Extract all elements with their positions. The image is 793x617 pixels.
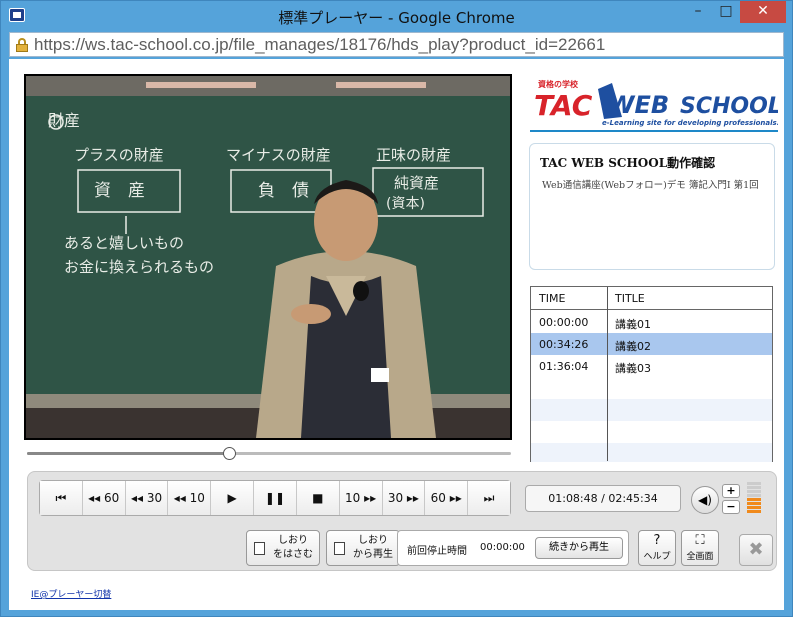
- url-text[interactable]: https://ws.tac-school.co.jp/file_manages…: [34, 35, 605, 55]
- resume-time: 00:00:00: [480, 542, 525, 553]
- col-header-time: TIME: [539, 292, 566, 305]
- volume-level-bar: [747, 486, 761, 489]
- browser-window: 標準プレーヤー - Google Chrome – □ ✕ https://ws…: [0, 0, 793, 617]
- board-heading: 財産: [48, 111, 80, 130]
- maximize-button[interactable]: □: [712, 1, 740, 23]
- board-box1: 資 産: [94, 181, 145, 201]
- logo-web: WEB: [608, 91, 669, 119]
- player-panel: 財産 プラスの財産 マイナスの財産 正味の財産 資 産 負 債 純資産 (資本)…: [13, 63, 782, 600]
- lecture-title: TAC WEB SCHOOL動作確認: [540, 156, 716, 170]
- close-window-button[interactable]: ✕: [740, 1, 786, 23]
- previous-chapter-button[interactable]: ⏮: [40, 481, 83, 515]
- col-header-title: TITLE: [615, 292, 645, 305]
- resume-label: 前回停止時間: [407, 546, 467, 557]
- board-note-line1: あると嬉しいもの: [64, 234, 184, 252]
- pause-button[interactable]: ❚❚: [254, 481, 297, 515]
- volume-level-bar: [747, 498, 761, 501]
- seek-handle[interactable]: [223, 447, 237, 460]
- volume-level-bar: [747, 494, 761, 497]
- fullscreen-label: 全画面: [686, 552, 714, 562]
- help-icon: ?: [653, 533, 661, 548]
- chapter-row-selected[interactable]: 00:34:26 講義02: [531, 333, 772, 355]
- chapter-row[interactable]: 00:00:00 講義01: [531, 311, 772, 333]
- resume-button[interactable]: 続きから再生: [535, 537, 623, 559]
- close-player-button[interactable]: ✖: [739, 534, 773, 566]
- lock-icon: [16, 38, 28, 52]
- forward-30-button[interactable]: 30 ▸▸: [382, 481, 426, 515]
- chapter-title: 講義01: [615, 318, 651, 331]
- chapter-time: 00:34:26: [539, 338, 589, 351]
- stop-button[interactable]: ■: [296, 481, 340, 515]
- board-col2: マイナスの財産: [226, 146, 331, 164]
- chapter-time: 00:00:00: [539, 316, 589, 329]
- insert-bookmark-label-2: をはさむ: [273, 549, 313, 560]
- fullscreen-button[interactable]: ⛶ 全画面: [681, 530, 719, 566]
- control-bar: ⏮ ◂◂ 60 ◂◂ 30 ◂◂ 10 ▶ ❚❚ ■ 10 ▸▸ 30 ▸▸ 6…: [27, 471, 777, 571]
- play-from-bookmark-button[interactable]: しおり から再生: [326, 530, 400, 566]
- column-divider: [607, 287, 608, 461]
- logo-school: SCHOOL: [680, 94, 778, 119]
- fullscreen-icon: ⛶: [695, 533, 705, 548]
- bookmark-play-icon: [334, 542, 345, 555]
- chapter-title: 講義03: [615, 362, 651, 375]
- chapter-row-empty: [531, 399, 772, 421]
- bookmark-icon: [254, 542, 265, 555]
- lecture-info-box: TAC WEB SCHOOL動作確認 Web通信講座(Webフォロー)デモ 簿記…: [529, 143, 775, 270]
- title-bar: 標準プレーヤー - Google Chrome – □ ✕: [1, 1, 792, 31]
- volume-up-button[interactable]: +: [722, 484, 740, 498]
- rewind-30-button[interactable]: ◂◂ 30: [125, 481, 169, 515]
- volume-icon[interactable]: ◀): [691, 486, 719, 514]
- seek-bar[interactable]: [27, 447, 511, 461]
- page-content: 財産 プラスの財産 マイナスの財産 正味の財産 資 産 負 債 純資産 (資本)…: [9, 59, 784, 610]
- logo-tac: TAC: [534, 89, 593, 122]
- help-button[interactable]: ? ヘルプ: [638, 530, 676, 566]
- chapter-header: TIME TITLE: [531, 287, 772, 310]
- board-box3-line2: (資本): [386, 196, 425, 212]
- chapter-row-empty: [531, 377, 772, 399]
- chapter-list: TIME TITLE 00:00:00 講義01 00:34:26 講義02 0…: [530, 286, 773, 462]
- lecture-video-frame: 財産 プラスの財産 マイナスの財産 正味の財産 資 産 負 債 純資産 (資本)…: [26, 76, 510, 438]
- address-bar[interactable]: https://ws.tac-school.co.jp/file_manages…: [9, 32, 784, 57]
- next-chapter-button[interactable]: ⏭: [468, 481, 510, 515]
- volume-level-bar: [747, 502, 761, 505]
- volume-down-button[interactable]: −: [722, 500, 740, 514]
- video-viewport[interactable]: 財産 プラスの財産 マイナスの財産 正味の財産 資 産 負 債 純資産 (資本)…: [24, 74, 512, 440]
- volume-level-bar: [747, 490, 761, 493]
- volume-level-bar: [747, 482, 761, 485]
- volume-meter[interactable]: [747, 482, 761, 514]
- chapter-row-empty: [531, 443, 772, 462]
- volume-level-bar: [747, 510, 761, 513]
- play-bookmark-label-2: から再生: [353, 549, 393, 560]
- transport-buttons: ⏮ ◂◂ 60 ◂◂ 30 ◂◂ 10 ▶ ❚❚ ■ 10 ▸▸ 30 ▸▸ 6…: [39, 480, 511, 516]
- lecture-description: Web通信講座(Webフォロー)デモ 簿記入門Ⅰ 第1回: [542, 180, 759, 191]
- board-box2: 負 債: [258, 181, 309, 201]
- help-label: ヘルプ: [643, 552, 671, 562]
- window-title: 標準プレーヤー - Google Chrome: [278, 9, 515, 27]
- forward-10-button[interactable]: 10 ▸▸: [339, 481, 383, 515]
- logo-small-text: 資格の学校: [538, 79, 579, 89]
- player-switch-link[interactable]: IE@プレーヤー切替: [31, 587, 111, 600]
- board-box3-line1: 純資産: [394, 174, 439, 192]
- seek-fill: [27, 452, 230, 455]
- resume-panel: 前回停止時間 00:00:00 続きから再生: [397, 530, 629, 566]
- play-bookmark-label-1: しおり: [358, 535, 388, 546]
- board-col1: プラスの財産: [74, 146, 164, 164]
- rewind-60-button[interactable]: ◂◂ 60: [82, 481, 126, 515]
- time-display: 01:08:48 / 02:45:34: [525, 485, 681, 512]
- tac-webschool-logo: 資格の学校 TAC WEB SCHOOL e-Learning site for…: [530, 77, 782, 135]
- board-note-line2: お金に換えられるもの: [64, 258, 214, 276]
- chapter-title: 講義02: [615, 340, 651, 353]
- volume-level-bar: [747, 506, 761, 509]
- insert-bookmark-label-1: しおり: [278, 535, 308, 546]
- forward-60-button[interactable]: 60 ▸▸: [425, 481, 469, 515]
- logo-tagline: e-Learning site for developing professio…: [602, 119, 778, 127]
- insert-bookmark-button[interactable]: しおり をはさむ: [246, 530, 320, 566]
- chapter-time: 01:36:04: [539, 360, 589, 373]
- rewind-10-button[interactable]: ◂◂ 10: [168, 481, 212, 515]
- chapter-row-empty: [531, 421, 772, 443]
- chapter-row[interactable]: 01:36:04 講義03: [531, 355, 772, 377]
- minimize-button[interactable]: –: [684, 1, 712, 23]
- play-button[interactable]: ▶: [211, 481, 255, 515]
- board-col3: 正味の財産: [376, 146, 451, 164]
